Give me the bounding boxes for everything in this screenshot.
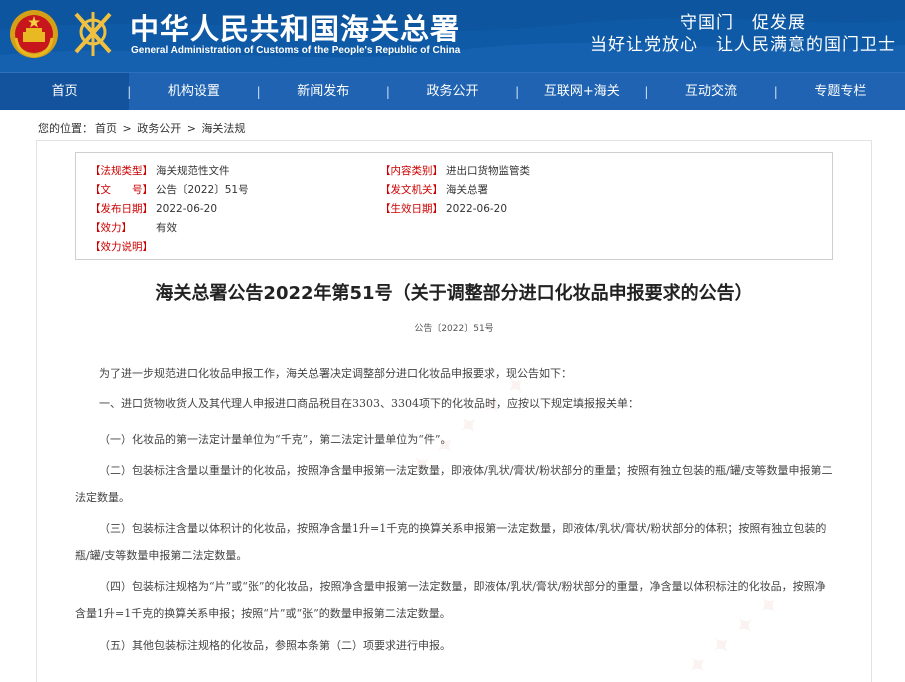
breadcrumb-separator: > [119, 122, 136, 135]
breadcrumb-separator: > [183, 122, 200, 135]
main-content: 您的位置： 首页 > 政务公开 > 海关法规 ✦ ✦ ✦ ✦ ✦ ✦ ✦ ✦ ✦ … [0, 110, 905, 682]
national-emblem-icon[interactable] [8, 8, 60, 60]
meta-validity: 【效力】 有效 [90, 222, 177, 234]
document-title: 海关总署公告2022年第51号（关于调整部分进口化妆品申报要求的公告） [155, 283, 753, 304]
breadcrumb-link-government-affairs[interactable]: 政务公开 [137, 122, 181, 135]
main-navigation: 首页 | 机构设置 | 新闻发布 | 政务公开 | 互联网+海关 | 互动交流 … [0, 72, 905, 111]
document-paragraph: 一、进口货物收货人及其代理人申报进口商品税目在3303、3304项下的化妆品时，… [99, 397, 639, 410]
document-paragraph: （二）包装标注含量以重量计的化妆品，按照净含量申报第一法定数量，即液体/乳状/膏… [75, 464, 833, 504]
breadcrumb-prefix: 您的位置： [38, 122, 93, 135]
site-title[interactable]: 中华人民共和国海关总署 [130, 6, 460, 48]
meta-validity-note: 【效力说明】 [90, 241, 153, 253]
document-paragraph: （五）其他包装标注规格的化妆品，参照本条第（二）项要求进行申报。 [99, 639, 451, 652]
nav-item-government-affairs[interactable]: 政务公开 [388, 73, 517, 111]
customs-logo-icon[interactable] [66, 8, 120, 60]
nav-item-interaction[interactable]: 互动交流 [646, 73, 775, 111]
meta-issuing-authority: 【发文机关】 海关总署 [380, 184, 488, 196]
meta-document-number: 【文 号】 公告〔2022〕51号 [90, 184, 249, 196]
document-panel: ✦ ✦ ✦ ✦ ✦ ✦ ✦ ✦ ✦ 【法规类型】 海关规范性文件 【内容类别】 进出… [36, 140, 872, 682]
document-paragraph: 为了进一步规范进口化妆品申报工作，海关总署决定调整部分进口化妆品申报要求，现公告… [99, 367, 572, 380]
meta-publish-date: 【发布日期】 2022-06-20 [90, 203, 218, 215]
meta-content-category: 【内容类别】 进出口货物监管类 [380, 165, 530, 177]
document-paragraph: （四）包装标注规格为“片”或“张”的化妆品，按照净含量申报第一法定数量，即液体/… [75, 580, 826, 620]
site-header: 中华人民共和国海关总署 General Administration of Cu… [0, 0, 905, 72]
breadcrumb: 您的位置： 首页 > 政务公开 > 海关法规 [38, 120, 247, 136]
document-metadata-box: 【法规类型】 海关规范性文件 【内容类别】 进出口货物监管类 【文 号】 公告〔202… [75, 152, 833, 260]
breadcrumb-link-customs-regulations[interactable]: 海关法规 [201, 122, 245, 135]
slogan-line-2: 当好让党放心 让人民满意的国门卫士 [590, 35, 896, 55]
document-paragraph: （三）包装标注含量以体积计的化妆品，按照净含量1升=1千克的换算关系申报第一法定… [75, 522, 827, 562]
meta-regulation-type: 【法规类型】 海关规范性文件 [90, 165, 230, 177]
document-number: 公告〔2022〕51号 [414, 324, 494, 334]
document-paragraph: （一）化妆品的第一法定计量单位为“千克”，第二法定计量单位为“件”。 [99, 433, 452, 446]
nav-item-news[interactable]: 新闻发布 [259, 73, 388, 111]
nav-item-internet-customs[interactable]: 互联网+海关 [517, 73, 646, 111]
nav-item-special-topics[interactable]: 专题专栏 [776, 73, 905, 111]
nav-item-organization[interactable]: 机构设置 [129, 73, 258, 111]
meta-effective-date: 【生效日期】 2022-06-20 [380, 203, 508, 215]
nav-item-home[interactable]: 首页 [0, 72, 130, 111]
site-subtitle: General Administration of Customs of the… [131, 45, 461, 56]
breadcrumb-link-home[interactable]: 首页 [95, 122, 117, 135]
